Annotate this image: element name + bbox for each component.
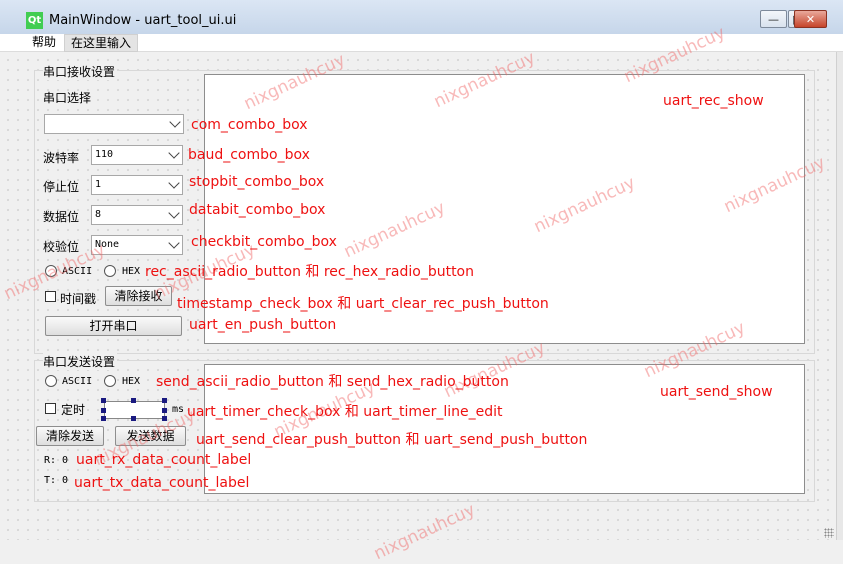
timestamp-label: 时间戳	[60, 292, 97, 306]
rec-hex-radio-button[interactable]	[104, 265, 116, 277]
selection-handle	[101, 416, 106, 421]
annotation-rec-show: uart_rec_show	[663, 93, 764, 109]
chevron-down-icon	[168, 147, 180, 159]
selection-handle	[101, 398, 106, 403]
selection-handle	[162, 398, 167, 403]
annotation-tx-count: uart_tx_data_count_label	[74, 475, 250, 491]
annotation-send-show: uart_send_show	[660, 384, 773, 400]
stopbit-combo-box[interactable]: 1	[91, 175, 183, 195]
qt-logo-icon: Qt	[26, 12, 43, 29]
chevron-down-icon	[168, 177, 180, 189]
send-clear-button[interactable]: 清除发送	[36, 426, 104, 446]
com-combo-box[interactable]	[44, 114, 184, 134]
baud-value: 110	[95, 149, 114, 160]
send-hex-radio-button[interactable]	[104, 375, 116, 387]
receive-group-title: 串口接收设置	[43, 63, 118, 80]
annotation-databit-combo: databit_combo_box	[189, 202, 326, 218]
annotation-stopbit-combo: stopbit_combo_box	[189, 174, 325, 190]
close-button[interactable]: ✕	[794, 10, 827, 28]
chevron-down-icon	[168, 207, 180, 219]
annotation-send-buttons: uart_send_clear_push_button 和 uart_send_…	[196, 432, 588, 448]
databit-value: 8	[95, 209, 102, 220]
menu-help[interactable]: 帮助	[28, 34, 60, 50]
databit-label: 数据位	[43, 210, 80, 224]
resize-grip[interactable]	[824, 528, 834, 538]
selection-handle	[162, 408, 167, 413]
databit-combo-box[interactable]: 8	[91, 205, 183, 225]
timer-label: 定时	[61, 403, 86, 417]
send-ascii-radio-button[interactable]	[45, 375, 57, 387]
stopbit-label: 停止位	[43, 180, 80, 194]
chevron-down-icon	[168, 237, 180, 249]
stopbit-value: 1	[95, 179, 102, 190]
chevron-down-icon	[169, 116, 181, 128]
send-group-title: 串口发送设置	[43, 353, 118, 370]
uart-timer-check-box[interactable]	[45, 403, 56, 414]
main-window: Qt MainWindow - uart_tool_ui.ui — □ ✕ 帮助…	[0, 0, 843, 564]
timestamp-check-box[interactable]	[45, 291, 56, 302]
minimize-button[interactable]: —	[760, 10, 787, 28]
send-hex-label: HEX	[122, 376, 141, 387]
rec-hex-label: HEX	[122, 266, 141, 277]
annotation-timer: uart_timer_check_box 和 uart_timer_line_e…	[187, 404, 503, 420]
selection-handle	[131, 416, 136, 421]
annotation-rx-count: uart_rx_data_count_label	[76, 452, 252, 468]
selection-handle	[101, 408, 106, 413]
annotation-checkbit-combo: checkbit_combo_box	[191, 234, 337, 250]
annotation-rec-radio: rec_ascii_radio_button 和 rec_hex_radio_b…	[145, 264, 474, 280]
window-title: MainWindow - uart_tool_ui.ui	[49, 13, 237, 28]
annotation-com-combo: com_combo_box	[191, 117, 308, 133]
rx-count-label: R: 0	[44, 455, 69, 466]
annotation-en-button: uart_en_push_button	[189, 317, 337, 333]
annotation-timestamp: timestamp_check_box 和 uart_clear_rec_pus…	[177, 296, 549, 312]
tx-count-label: T: 0	[44, 475, 69, 486]
send-ascii-label: ASCII	[62, 376, 93, 387]
port-select-label: 串口选择	[43, 91, 92, 105]
annotation-send-radio: send_ascii_radio_button 和 send_hex_radio…	[156, 374, 509, 390]
selection-handle	[131, 398, 136, 403]
right-edge	[836, 52, 843, 540]
baud-label: 波特率	[43, 151, 80, 165]
annotation-baud-combo: baud_combo_box	[188, 147, 310, 163]
open-port-button[interactable]: 打开串口	[45, 316, 182, 336]
baud-combo-box[interactable]: 110	[91, 145, 183, 165]
menu-type-here[interactable]: 在这里输入	[64, 34, 139, 52]
